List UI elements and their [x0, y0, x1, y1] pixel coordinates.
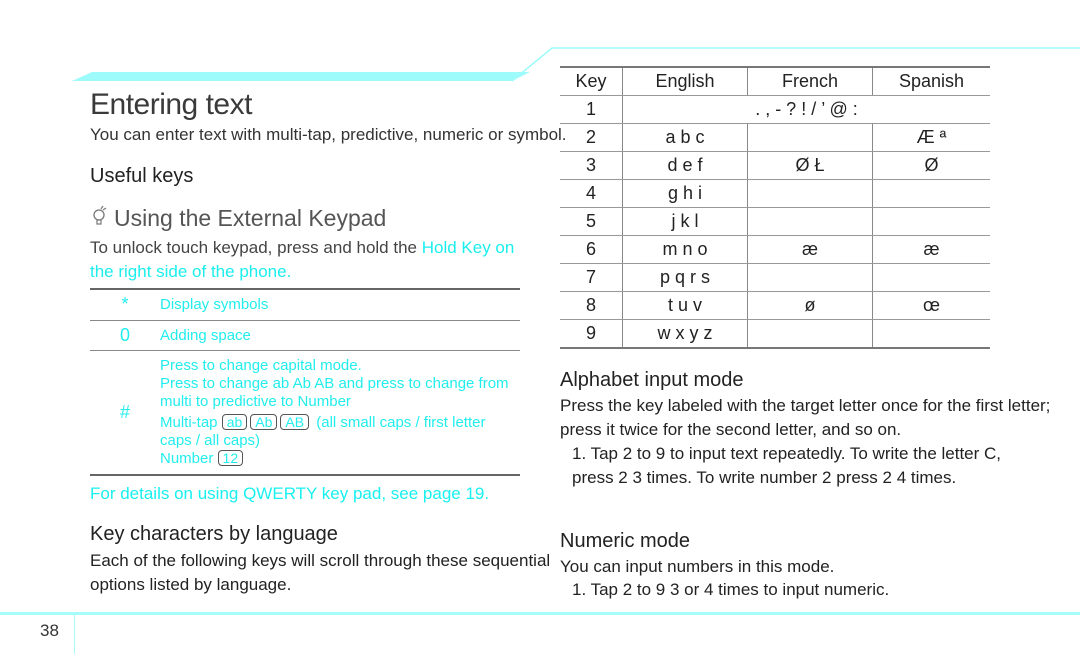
english-cell: p q r s: [622, 263, 748, 292]
col-header-key: Key: [560, 66, 623, 96]
desc-cell: Display symbols: [160, 296, 269, 314]
english-cell: a b c: [622, 123, 748, 152]
desc-cell: Adding space: [160, 326, 251, 344]
spanish-cell: [872, 179, 990, 208]
key-cell: 7: [560, 263, 623, 292]
table-row: 2a b c Æ ª: [560, 123, 990, 152]
french-cell: [747, 207, 873, 236]
lightbulb-icon: [90, 203, 110, 233]
col-header-french: French: [747, 66, 873, 96]
key-cell: 4: [560, 179, 623, 208]
useful-keys-heading: Useful keys: [90, 165, 194, 187]
alphabet-mode-step: 1. Tap 2 to 9 to input text repeatedly. …: [572, 444, 1002, 487]
english-cell: j k l: [622, 207, 748, 236]
english-cell: t u v: [622, 291, 748, 320]
mode-badge-AB: AB: [280, 413, 310, 430]
col-header-spanish: Spanish: [872, 66, 990, 96]
desc-line: Press to change capital mode.: [160, 356, 362, 374]
key-cell: 1: [560, 95, 623, 124]
tip-body-text: To unlock touch keypad, press and hold t…: [90, 238, 422, 257]
spanish-cell: [872, 319, 990, 349]
table-row: # Press to change capital mode. Press to…: [90, 350, 520, 475]
mode-badge-12: 12: [217, 449, 244, 466]
intro-text: You can enter text with multi-tap, predi…: [90, 125, 567, 144]
number-label: Number: [160, 449, 214, 467]
key-cell: 0: [119, 324, 130, 345]
table-row: 6m n oææ: [560, 235, 990, 264]
key-cell: 5: [560, 207, 623, 236]
page-number-divider: [74, 614, 75, 654]
french-cell: æ: [747, 235, 873, 264]
spanish-cell: æ: [872, 235, 990, 264]
language-table: Key English French Spanish 1 . , - ? ! /…: [560, 66, 990, 349]
table-row: 4g h i: [560, 179, 990, 208]
key-cell: 8: [560, 291, 623, 320]
french-cell: [747, 263, 873, 292]
alphabet-mode-body: Press the key labeled with the target le…: [560, 396, 1051, 439]
english-cell: m n o: [622, 235, 748, 264]
multitap-line: Multi-tap ab Ab AB (all small caps / first…: [160, 413, 520, 450]
spanish-cell: Ø: [872, 151, 990, 180]
page-title: Entering text: [90, 88, 252, 121]
desc-line: multi to predictive to Number: [160, 392, 351, 410]
page-number: 38: [40, 621, 59, 640]
symbols-cell: . , - ? ! / ’ @ :: [622, 95, 990, 124]
french-cell: [747, 179, 873, 208]
table-row: 7p q r s: [560, 263, 990, 292]
numeric-mode-body: You can input numbers in this mode.: [560, 557, 835, 576]
mode-badge-ab: ab: [221, 413, 248, 430]
mode-badge-Ab: Ab: [250, 413, 278, 430]
key-cell: #: [119, 401, 130, 422]
key-cell: 2: [560, 123, 623, 152]
spanish-cell: [872, 207, 990, 236]
header-band: [72, 72, 530, 81]
english-cell: w x y z: [622, 319, 748, 349]
numeric-mode-step: 1. Tap 2 to 9 3 or 4 times to input nume…: [572, 580, 890, 599]
key-cell: 6: [560, 235, 623, 264]
multitap-label: Multi-tap: [160, 413, 218, 431]
table-row: * Display symbols: [90, 289, 520, 320]
table-row: 3d e fØ ŁØ: [560, 151, 990, 180]
desc-line: Press to change ab Ab AB and press to ch…: [160, 374, 509, 392]
alphabet-mode-heading: Alphabet input mode: [560, 369, 744, 391]
spanish-cell: œ: [872, 291, 990, 320]
french-cell: [747, 319, 873, 349]
useful-keys-table: * Display symbols 0 Adding space # Press…: [90, 288, 520, 476]
desc-cell: Press to change capital mode. Press to c…: [160, 350, 520, 475]
english-cell: g h i: [622, 179, 748, 208]
key-cell: 3: [560, 151, 623, 180]
footer-rule: [0, 612, 1080, 615]
table-row: 0 Adding space: [90, 320, 520, 350]
numeric-mode-heading: Numeric mode: [560, 530, 691, 552]
spanish-cell: [872, 263, 990, 292]
tip-body: To unlock touch keypad, press and hold t…: [90, 236, 530, 284]
table-row: 5j k l: [560, 207, 990, 236]
number-line: Number 12: [160, 449, 520, 468]
table-header-row: Key English French Spanish: [560, 66, 990, 96]
table-row: 1 . , - ? ! / ’ @ :: [560, 95, 990, 124]
hold-key-label: Hold Key: [421, 238, 491, 257]
col-header-english: English: [622, 66, 748, 96]
qwerty-note: For details on using QWERTY key pad, see…: [90, 484, 490, 503]
french-cell: ø: [747, 291, 873, 320]
table-row: 9w x y z: [560, 319, 990, 349]
key-chars-heading: Key characters by language: [90, 523, 338, 545]
key-cell: 9: [560, 319, 623, 349]
tip-title: Using the External Keypad: [90, 203, 386, 233]
table-row: 8t u vøœ: [560, 291, 990, 320]
key-cell: *: [121, 294, 129, 315]
spanish-cell: Æ ª: [872, 123, 990, 152]
french-cell: Ø Ł: [747, 151, 873, 180]
tip-title-text: Using the External Keypad: [114, 204, 387, 231]
french-cell: [747, 123, 873, 152]
key-chars-body: Each of the following keys will scroll t…: [90, 551, 551, 594]
english-cell: d e f: [622, 151, 748, 180]
